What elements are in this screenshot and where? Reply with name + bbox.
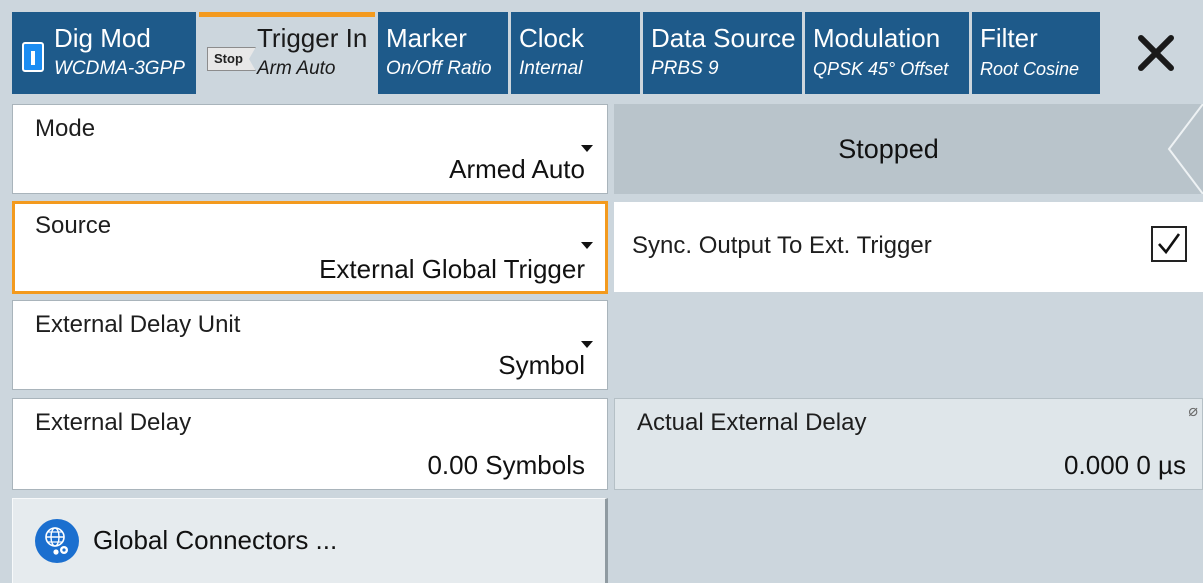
stop-badge: Stop [207, 47, 256, 71]
tab-title: Filter [980, 23, 1038, 53]
trigger-status-label: Stopped [838, 133, 939, 164]
tab-data-source[interactable]: Data Source PRBS 9 [643, 12, 802, 94]
source-value: External Global Trigger [319, 254, 585, 284]
checkmark-icon [1158, 233, 1181, 255]
state-on-icon[interactable] [22, 42, 44, 72]
mode-select[interactable]: Mode Armed Auto [12, 104, 608, 194]
external-delay-unit-label: External Delay Unit [35, 311, 241, 338]
actual-external-delay-field: Actual External Delay ⌀ 0.000 0 µs [614, 398, 1203, 490]
tab-dig-mod[interactable]: Dig Mod WCDMA-3GPP [12, 12, 196, 94]
global-connectors-icon [35, 519, 79, 563]
trigger-status-button[interactable]: Stopped [614, 104, 1203, 194]
actual-external-delay-label: Actual External Delay [637, 409, 867, 436]
tab-modulation[interactable]: Modulation QPSK 45° Offset [805, 12, 969, 94]
tab-title: Trigger In [257, 23, 368, 53]
dropdown-caret-icon [581, 341, 593, 348]
close-icon [1138, 35, 1174, 71]
tab-filter[interactable]: Filter Root Cosine [972, 12, 1100, 94]
global-connectors-label: Global Connectors ... [93, 525, 338, 555]
tab-subtitle: Arm Auto [257, 58, 336, 79]
external-delay-unit-select[interactable]: External Delay Unit Symbol [12, 300, 608, 390]
actual-external-delay-value: 0.000 0 µs [1064, 450, 1186, 480]
tab-title: Marker [386, 23, 467, 53]
tab-title: Data Source [651, 23, 796, 53]
source-select[interactable]: Source External Global Trigger [12, 201, 608, 294]
external-delay-label: External Delay [35, 409, 192, 436]
tab-clock[interactable]: Clock Internal [511, 12, 640, 94]
close-button[interactable] [1108, 12, 1203, 94]
mode-value: Armed Auto [449, 154, 585, 184]
readonly-link-icon: ⌀ [1188, 403, 1198, 420]
tab-title: Modulation [813, 23, 941, 53]
tab-trigger-in[interactable]: Stop Trigger In Arm Auto [199, 12, 375, 96]
tab-subtitle: QPSK 45° Offset [813, 59, 949, 79]
external-delay-value: 0.00 Symbols [427, 450, 585, 480]
sync-output-row: Sync. Output To Ext. Trigger [614, 202, 1203, 292]
external-delay-field[interactable]: External Delay 0.00 Symbols [12, 398, 608, 490]
dropdown-caret-icon [581, 242, 593, 249]
tab-subtitle: Root Cosine [980, 59, 1080, 79]
tab-title: Dig Mod [54, 23, 151, 53]
tab-title: Clock [519, 23, 585, 53]
tab-marker[interactable]: Marker On/Off Ratio [378, 12, 508, 94]
tab-subtitle: Internal [519, 58, 583, 79]
dropdown-caret-icon [581, 145, 593, 152]
tab-subtitle: On/Off Ratio [386, 58, 492, 79]
tab-bar: Dig Mod WCDMA-3GPP Stop Trigger In Arm A… [0, 0, 1203, 96]
sync-output-label: Sync. Output To Ext. Trigger [632, 232, 932, 259]
sync-output-checkbox[interactable] [1151, 226, 1187, 262]
tab-subtitle: PRBS 9 [651, 58, 719, 79]
tab-subtitle: WCDMA-3GPP [54, 58, 185, 79]
global-connectors-button[interactable]: Global Connectors ... [12, 498, 608, 583]
mode-label: Mode [35, 115, 96, 142]
external-delay-unit-value: Symbol [498, 350, 585, 380]
source-label: Source [35, 212, 112, 239]
